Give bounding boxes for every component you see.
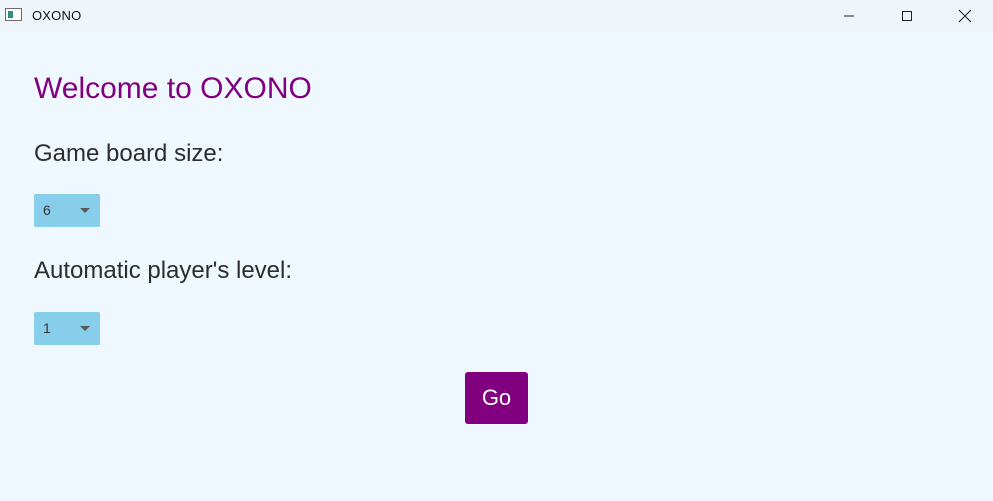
- go-button[interactable]: Go: [465, 372, 528, 424]
- chevron-down-icon: [80, 208, 90, 213]
- maximize-icon: [902, 11, 912, 21]
- board-size-select[interactable]: 6: [34, 194, 100, 227]
- close-icon: [958, 9, 972, 23]
- app-window: OXONO Welcome to OXONO Game board size: …: [0, 0, 993, 501]
- board-size-label: Game board size:: [34, 140, 224, 167]
- page-title: Welcome to OXONO: [34, 72, 312, 105]
- minimize-button[interactable]: [820, 0, 878, 32]
- player-level-select[interactable]: 1: [34, 312, 100, 345]
- title-bar[interactable]: OXONO: [0, 0, 993, 32]
- minimize-icon: [844, 15, 854, 17]
- close-button[interactable]: [936, 0, 993, 32]
- maximize-button[interactable]: [878, 0, 936, 32]
- player-level-label: Automatic player's level:: [34, 257, 293, 284]
- player-level-value: 1: [43, 320, 51, 336]
- board-size-value: 6: [43, 202, 51, 218]
- window-title: OXONO: [32, 8, 82, 23]
- chevron-down-icon: [80, 326, 90, 331]
- app-window-icon: [5, 8, 22, 21]
